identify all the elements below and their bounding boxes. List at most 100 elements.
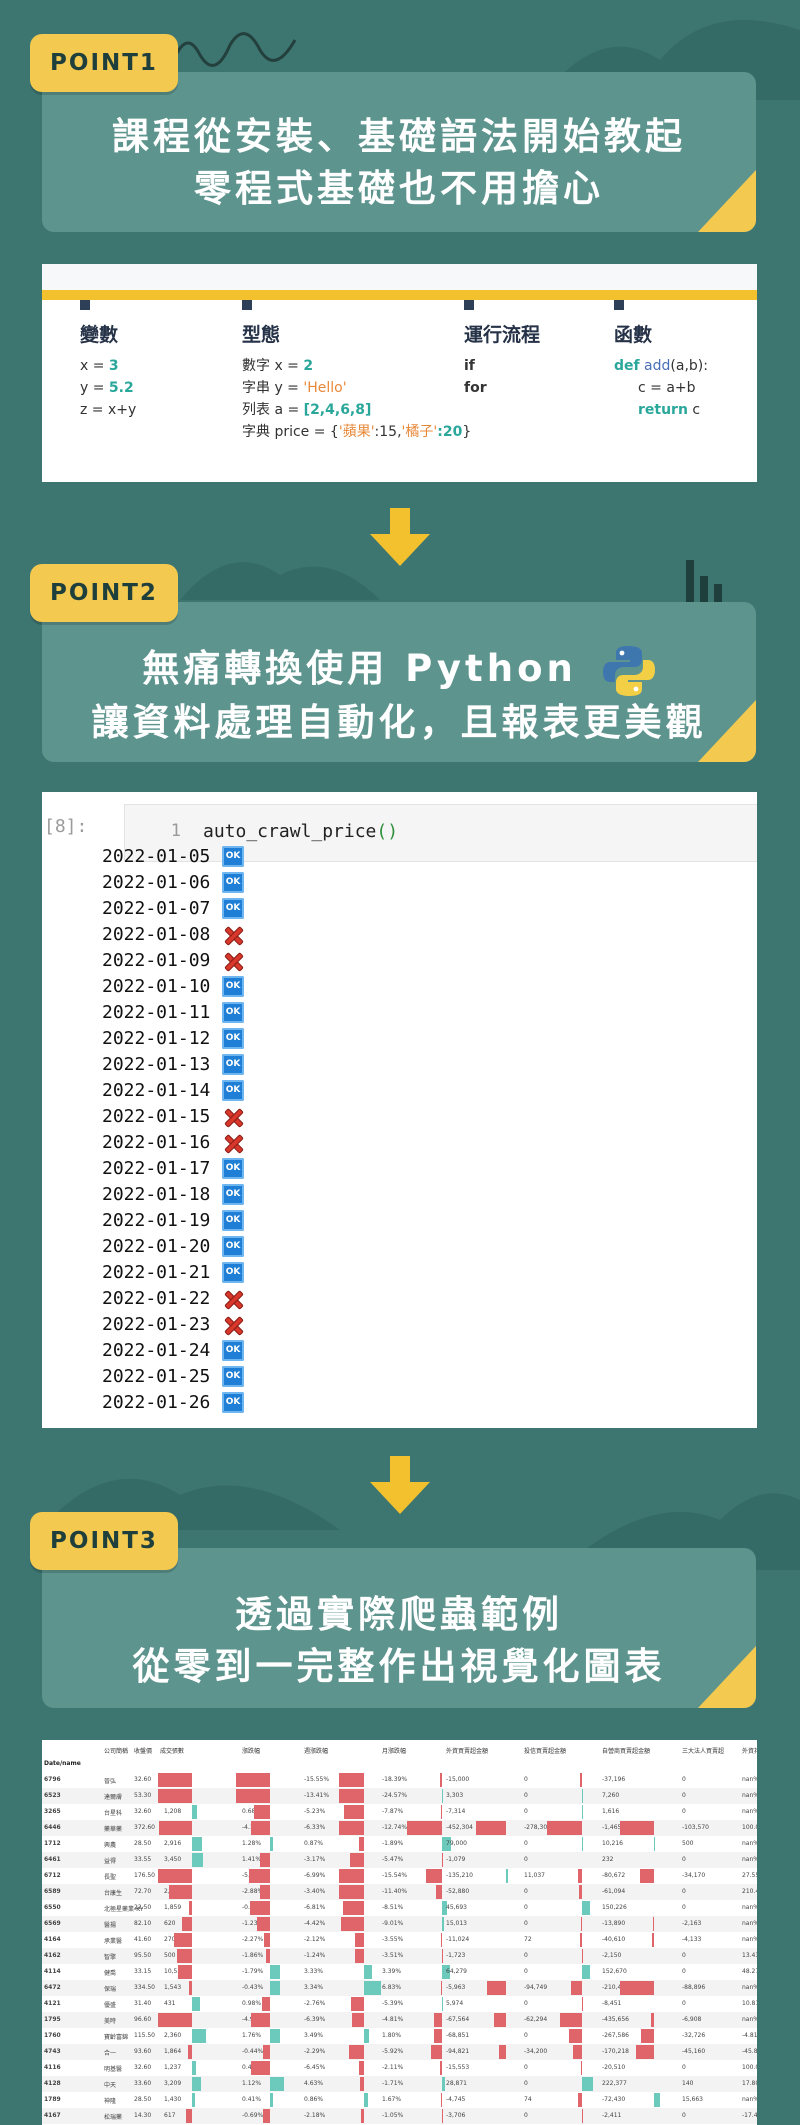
table-cell: 3.34% bbox=[304, 1984, 324, 1991]
table-row[interactable]: 4167 松瑞藥 14.30 617 -0.69% -2.18% -1.05% -3,706 0… bbox=[42, 2108, 757, 2124]
index-label: Date/name bbox=[44, 1760, 81, 1767]
table-row[interactable]: 4743 合一 93.60 1,864 -0.44% -2.29% -5.92% -94,82… bbox=[42, 2044, 757, 2060]
table-cell: 7,260 bbox=[602, 1792, 620, 1799]
table-data-bar bbox=[364, 1965, 373, 1979]
table-row[interactable]: 4116明基醫32.601,2370.49%-6.45%-2.11%-15,55… bbox=[42, 2060, 757, 2076]
table-header-cell: 三大法人買賣超 bbox=[682, 1748, 725, 1755]
table-cell: -4.81% bbox=[742, 2032, 757, 2039]
output-date: 2022-01-20 bbox=[102, 1235, 211, 1257]
table-cell: 27.55% bbox=[742, 1872, 757, 1879]
table-cell: 4121 bbox=[44, 2000, 61, 2007]
table-data-bar bbox=[251, 1821, 270, 1835]
table-row[interactable]: 1712 興農 28.50 2,916 1.28% 0.87% -1.89% 79,000 0 1… bbox=[42, 1836, 757, 1852]
table-cell: 372.60 bbox=[134, 1824, 155, 1831]
syntax-card-band bbox=[42, 290, 757, 300]
table-cell: 1,237 bbox=[164, 2064, 182, 2071]
point2-line1: 無痛轉換使用 Python bbox=[142, 647, 577, 690]
output-row: 2022-01-26 OK bbox=[102, 1390, 244, 1414]
panel-corner-decoration bbox=[698, 170, 756, 232]
table-row[interactable]: 1760 寶齡富錦 115.50 2,360 1.76% 3.49% 1.80% -68,85… bbox=[42, 2028, 757, 2044]
table-data-bar bbox=[358, 2061, 364, 2075]
output-date: 2022-01-23 bbox=[102, 1313, 211, 1335]
table-row[interactable]: 4128 中天 33.60 3,209 1.12% 4.63% -1.71% 28,871 0 2… bbox=[42, 2076, 757, 2092]
table-row[interactable]: 1789 神隆 28.50 1,430 0.41% 0.86% 1.67% -4,745 74 -… bbox=[42, 2092, 757, 2108]
table-cell: -6.81% bbox=[304, 1904, 326, 1911]
table-cell: -45.86% bbox=[742, 2048, 757, 2055]
table-cell: 1.12% bbox=[242, 2080, 262, 2087]
table-cell: -18.39% bbox=[382, 1776, 408, 1783]
table-data-bar bbox=[349, 2045, 364, 2059]
table-row[interactable]: 6712長聖176.501,036-5.13%-6.99%-15.54%-135… bbox=[42, 1868, 757, 1884]
variables-column: 變數 x = 3 y = 5.2 z = x+y bbox=[80, 300, 136, 421]
table-cell: -24.57% bbox=[382, 1792, 408, 1799]
table-cell: 100.01% bbox=[742, 1824, 757, 1831]
table-cell: 0 bbox=[524, 2064, 528, 2071]
table-row[interactable]: 6446藥華藥372.603,000-4.16%-6.33%-12.74%-45… bbox=[42, 1820, 757, 1836]
table-data-bar bbox=[177, 1965, 192, 1979]
point2-panel: 無痛轉換使用 Python 讓資料處理自動化，且報表更美觀 bbox=[42, 602, 756, 762]
table-cell: -12.74% bbox=[382, 1824, 408, 1831]
table-data-bar bbox=[441, 2093, 442, 2107]
table-row[interactable]: 4121 優盛 31.40 431 0.98% -2.76% -5.39% 5,974 0 -8,… bbox=[42, 1996, 757, 2012]
table-cell: 0 bbox=[524, 1920, 528, 1927]
table-row[interactable]: 6472 保瑞 334.50 1,543 -0.43% 3.34% 6.83% -5,963 -… bbox=[42, 1980, 757, 1996]
table-cell: -2,163 bbox=[682, 1920, 702, 1927]
table-row[interactable]: 6523達爾膚53.30501-4.86%-13.41%-24.57%3,303… bbox=[42, 1788, 757, 1804]
table-cell: -2,411 bbox=[602, 2112, 622, 2119]
table-cell: 晉弘 bbox=[104, 1778, 117, 1785]
table-cell: -4,133 bbox=[682, 1936, 702, 1943]
table-header-cell: 成交張數 bbox=[160, 1748, 185, 1755]
ok-icon: OK bbox=[222, 1053, 244, 1075]
ok-icon: OK bbox=[222, 1261, 244, 1283]
table-cell: 1,616 bbox=[602, 1808, 620, 1815]
table-data-bar bbox=[430, 2045, 442, 2059]
table-data-bar bbox=[640, 2029, 654, 2043]
table-data-bar bbox=[158, 1821, 192, 1835]
table-row[interactable]: 1795美時96.603,514-4.92%-6.39%-4.81%-67,56… bbox=[42, 2012, 757, 2028]
output-date: 2022-01-05 bbox=[102, 845, 211, 867]
table-cell: 82.10 bbox=[134, 1920, 152, 1927]
table-row[interactable]: 6589台康生72.702,970-2.88%-3.40%-11.40%-52,… bbox=[42, 1884, 757, 1900]
table-row[interactable]: 6550北極星藥業-KY22.501,859-0.41%-6.81%-8.51%… bbox=[42, 1900, 757, 1916]
table-data-bar bbox=[158, 1773, 192, 1787]
table-cell: 152,670 bbox=[602, 1968, 627, 1975]
table-row[interactable]: 4162 智擎 95.50 500 -1.86% -1.24% -3.51% -1,723 0 -… bbox=[42, 1948, 757, 1964]
table-header-cell: 月漲跌幅 bbox=[382, 1748, 407, 1755]
bar-chart-decoration-icon bbox=[686, 560, 722, 604]
table-cell: -103,570 bbox=[682, 1824, 709, 1831]
table-cell: 5,974 bbox=[446, 2000, 464, 2007]
table-cell: 222,377 bbox=[602, 2080, 627, 2087]
table-row[interactable]: 6461 益得 33.55 3,450 1.41% -3.17% -5.47% -1,079 0… bbox=[42, 1852, 757, 1868]
table-cell: -3.55% bbox=[382, 1936, 404, 1943]
table-row[interactable]: 6569 醫揚 82.10 620 -1.23% -4.42% -9.01% 15,013 0-… bbox=[42, 1916, 757, 1932]
output-date: 2022-01-07 bbox=[102, 897, 211, 919]
table-row[interactable]: 3265 台星科 32.60 1,208 0.68% -5.23% -7.87% -7,314… bbox=[42, 1804, 757, 1820]
table-cell: 0 bbox=[682, 1888, 686, 1895]
table-cell: 智擎 bbox=[104, 1954, 117, 1961]
table-row[interactable]: 4114 健喬 33.15 10,558 -1.79% 3.33% 3.39% 64,279 0… bbox=[42, 1964, 757, 1980]
table-cell: 10.81% bbox=[742, 2000, 757, 2007]
table-data-bar bbox=[582, 2077, 594, 2091]
table-row[interactable]: 4164 承業醫 41.60 270 -2.27% -2.12% -3.55% -11,024… bbox=[42, 1932, 757, 1948]
table-cell: 1,543 bbox=[164, 1984, 182, 1991]
table-row[interactable]: 6796晉弘32.601,587-5.34%-15.55%-18.39%-15,… bbox=[42, 1772, 757, 1788]
output-date: 2022-01-19 bbox=[102, 1209, 211, 1231]
table-cell: -170,218 bbox=[602, 2048, 629, 2055]
table-cell: 4114 bbox=[44, 1968, 61, 1975]
ok-icon: OK bbox=[222, 897, 244, 919]
ok-icon: OK bbox=[222, 1391, 244, 1413]
table-data-bar bbox=[442, 1917, 444, 1931]
point1-line1: 課程從安裝、基礎語法開始教起 bbox=[112, 115, 686, 158]
cross-icon bbox=[222, 1106, 244, 1127]
table-data-bar bbox=[350, 1997, 364, 2011]
table-data-bar bbox=[168, 1885, 192, 1899]
table-cell: -7,314 bbox=[446, 1808, 466, 1815]
table-cell: -6.99% bbox=[304, 1872, 326, 1879]
table-cell: 72.70 bbox=[134, 1888, 152, 1895]
table-cell: -15,000 bbox=[446, 1776, 470, 1783]
table-cell: 617 bbox=[164, 2112, 176, 2119]
table-cell: -7.87% bbox=[382, 1808, 404, 1815]
table-data-bar bbox=[355, 1949, 364, 1963]
table-cell: 1712 bbox=[44, 1840, 61, 1847]
table-cell: 3,450 bbox=[164, 1856, 182, 1863]
